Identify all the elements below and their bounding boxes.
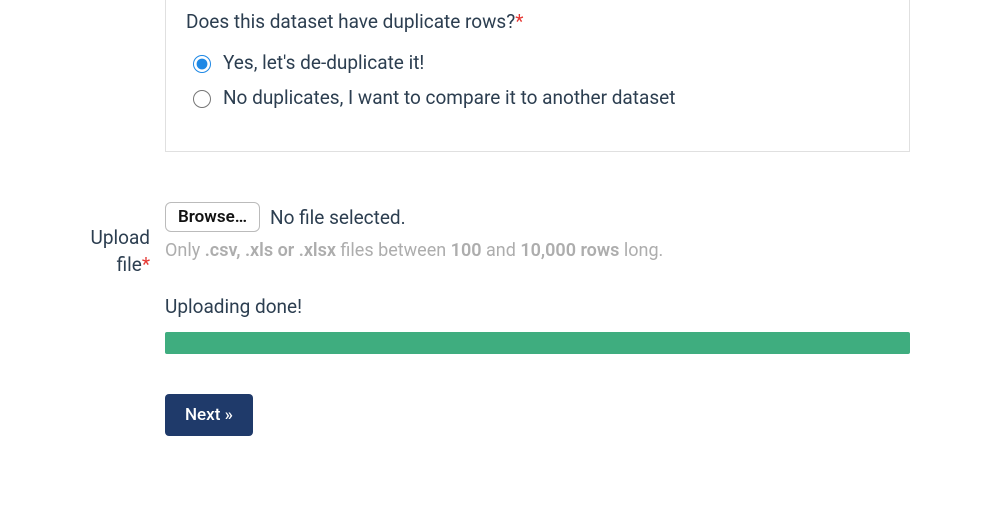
duplicate-question-box: Does this dataset have duplicate rows?* … (165, 0, 910, 152)
upload-field-label: Upload file* (0, 225, 150, 278)
radio-option-compare[interactable]: No duplicates, I want to compare it to a… (188, 86, 889, 109)
duplicate-question-text: Does this dataset have duplicate rows? (186, 10, 515, 33)
radio-dedupe-label: Yes, let's de-duplicate it! (223, 51, 424, 74)
radio-option-dedupe[interactable]: Yes, let's de-duplicate it! (188, 51, 889, 74)
radio-compare-input[interactable] (193, 90, 211, 108)
upload-field-label-line2: file (117, 253, 142, 276)
next-button[interactable]: Next » (165, 394, 253, 436)
file-upload-row: Browse… No file selected. (165, 202, 910, 232)
file-selected-status: No file selected. (270, 206, 406, 229)
browse-button[interactable]: Browse… (165, 202, 260, 232)
upload-field-label-line1: Upload (91, 226, 151, 249)
radio-compare-label: No duplicates, I want to compare it to a… (223, 86, 675, 109)
upload-help-text: Only .csv, .xls or .xlsx files between 1… (165, 240, 910, 261)
required-mark: * (142, 253, 150, 276)
duplicate-question-label: Does this dataset have duplicate rows?* (186, 10, 889, 33)
upload-progress-bar (165, 332, 910, 354)
upload-progress-status: Uploading done! (165, 295, 910, 318)
required-mark: * (515, 10, 523, 33)
radio-dedupe-input[interactable] (193, 55, 211, 73)
